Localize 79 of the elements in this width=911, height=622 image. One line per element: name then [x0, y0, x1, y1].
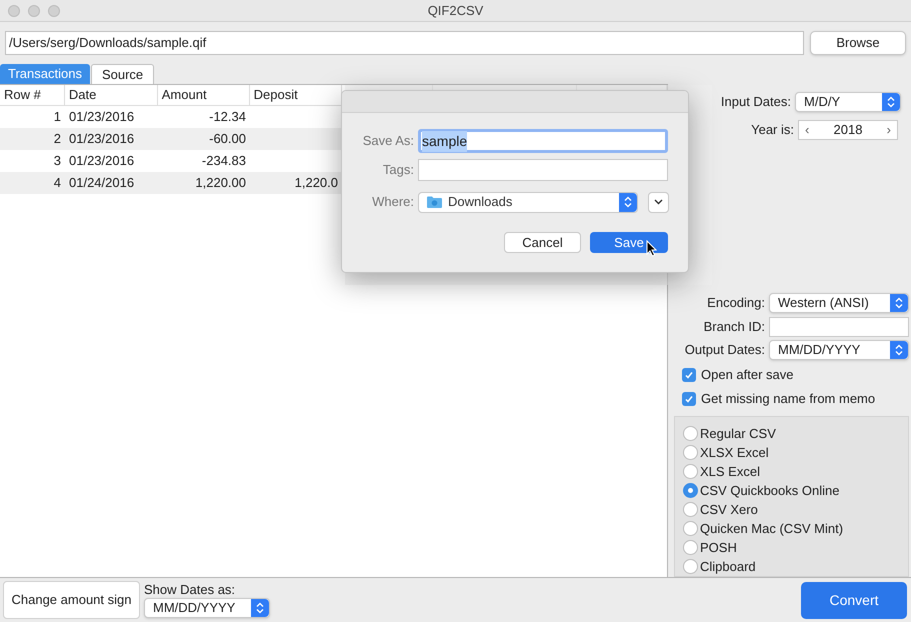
path-field[interactable]: /Users/serg/Downloads/sample.qif: [5, 31, 804, 55]
table-cell-text: 1,220.0: [294, 174, 338, 192]
table-cell-text: 01/23/2016: [69, 152, 134, 170]
year-stepper[interactable]: ‹ 2018 ›: [798, 120, 898, 140]
tab[interactable]: Source: [90, 64, 154, 84]
radio-label: Quicken Mac (CSV Mint): [700, 520, 844, 538]
radio-label: POSH: [700, 538, 737, 557]
checkbox[interactable]: [682, 392, 696, 406]
stepper-icon: [251, 599, 269, 617]
mouse-pointer-icon: [646, 240, 657, 257]
browse-button[interactable]: Browse: [810, 31, 906, 55]
check-icon: [684, 394, 694, 404]
stepper-icon: [619, 192, 637, 212]
where-select[interactable]: Downloads: [418, 192, 638, 212]
branch-id-field[interactable]: [769, 317, 909, 337]
previous-year-button[interactable]: ‹: [805, 120, 810, 140]
output-dates-select[interactable]: MM/DD/YYYY: [769, 340, 909, 360]
folder-icon: [427, 196, 442, 208]
radio-button[interactable]: [683, 426, 698, 441]
minimize-icon[interactable]: [28, 4, 40, 16]
radio-label: CSV Quickbooks Online: [700, 482, 840, 500]
convert-button[interactable]: Convert: [801, 582, 907, 618]
table-cell-text: 4: [54, 174, 61, 192]
radio-label: Regular CSV: [700, 424, 776, 443]
check-icon: [684, 370, 694, 380]
radio-label: XLSX Excel: [700, 444, 769, 462]
radio-button[interactable]: [683, 521, 698, 536]
table-cell-text: -60.00: [209, 130, 246, 148]
radio-button[interactable]: [683, 483, 698, 498]
radio-label: CSV Xero: [700, 500, 758, 519]
where-value: Downloads: [447, 193, 514, 212]
next-year-button[interactable]: ›: [886, 120, 891, 140]
checkbox-label: Open after save: [701, 366, 794, 384]
encoding-select[interactable]: Western (ANSI): [769, 293, 909, 313]
stepper-icon: [890, 341, 908, 359]
change-sign-button[interactable]: Change amount sign: [3, 581, 140, 619]
column-header[interactable]: Row #: [0, 85, 65, 105]
checkbox[interactable]: [682, 368, 696, 382]
radio-button[interactable]: [683, 559, 698, 574]
save-as-label: Save As:: [362, 132, 414, 150]
table-cell-text: 01/23/2016: [69, 108, 134, 126]
zoom-icon[interactable]: [48, 4, 60, 16]
column-header[interactable]: Date: [64, 85, 158, 105]
branch-id-label: Branch ID:: [704, 318, 765, 336]
radio-label: Clipboard: [700, 558, 756, 576]
tags-field[interactable]: [418, 159, 668, 181]
checkbox-label: Get missing name from memo: [701, 390, 876, 408]
column-header[interactable]: Amount: [158, 85, 250, 105]
table-cell-text: 2: [54, 130, 61, 148]
stepper-icon: [890, 294, 908, 312]
table-cell-text: 1: [54, 108, 61, 126]
save-as-field[interactable]: sample: [418, 129, 668, 153]
show-dates-label: Show Dates as:: [144, 582, 236, 597]
stepper-icon: [882, 93, 900, 111]
cancel-button[interactable]: Cancel: [504, 232, 581, 253]
radio-button[interactable]: [683, 502, 698, 517]
table-cell-text: 3: [54, 152, 61, 170]
chevron-down-icon: [654, 199, 663, 205]
table-cell-text: 1,220.00: [195, 174, 246, 192]
radio-button[interactable]: [683, 464, 698, 479]
radio-label: XLS Excel: [700, 462, 760, 481]
output-dates-label: Output Dates:: [684, 341, 765, 360]
table-cell-text: 01/24/2016: [69, 174, 134, 192]
window-title: QIF2CSV: [428, 2, 484, 20]
close-icon[interactable]: [8, 4, 20, 16]
input-dates-select[interactable]: M/D/Y: [795, 92, 901, 112]
show-dates-select[interactable]: MM/DD/YYYY: [144, 598, 270, 618]
year-value: 2018: [834, 121, 862, 140]
expand-button[interactable]: [648, 192, 669, 212]
table-cell-text: -12.34: [209, 108, 246, 126]
where-label: Where:: [371, 193, 414, 212]
year-label: Year is:: [751, 121, 794, 140]
table-cell-text: -234.83: [202, 152, 246, 170]
encoding-label: Encoding:: [707, 294, 765, 312]
table-cell-text: 01/23/2016: [69, 130, 134, 148]
radio-button[interactable]: [683, 445, 698, 460]
input-dates-label: Input Dates:: [720, 93, 791, 112]
radio-button[interactable]: [683, 540, 698, 555]
save-button[interactable]: Save: [590, 232, 668, 253]
